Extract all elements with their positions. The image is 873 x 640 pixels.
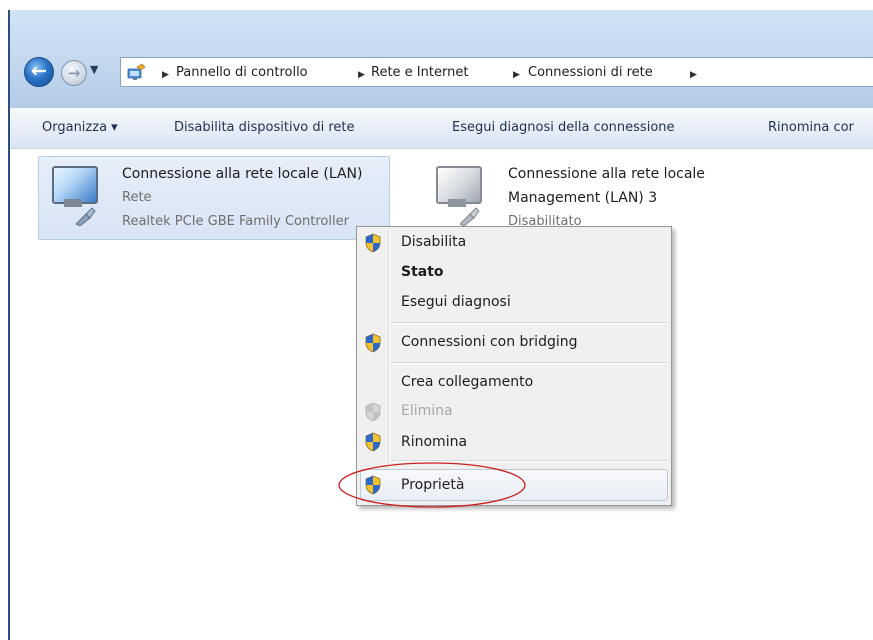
connection-name[interactable]: Connessione alla rete locale [508, 166, 705, 182]
menu-item-create-shortcut[interactable]: Crea collegamento [401, 374, 533, 390]
annotation-ellipse [338, 462, 526, 508]
uac-shield-icon [365, 432, 381, 452]
disable-device-button[interactable]: Disabilita dispositivo di rete [174, 120, 355, 135]
menu-item-status[interactable]: Stato [401, 264, 444, 280]
menu-item-bridge-connections[interactable]: Connessioni con bridging [401, 334, 578, 350]
rename-connection-button[interactable]: Rinomina cor [768, 120, 854, 135]
network-adapter-disabled-icon[interactable] [430, 166, 484, 228]
menu-item-rename[interactable]: Rinomina [401, 434, 467, 450]
breadcrumb-network-connections[interactable]: Connessioni di rete [528, 65, 653, 80]
breadcrumb-network-internet[interactable]: Rete e Internet [371, 65, 468, 80]
connection-name: Connessione alla rete locale (LAN) [122, 166, 363, 182]
arrow-left-icon: ← [31, 60, 47, 82]
arrow-right-icon: → [67, 64, 81, 82]
menu-separator-highlight [390, 363, 668, 364]
connection-name-line2: Management (LAN) 3 [508, 190, 658, 206]
forward-button[interactable]: → [61, 60, 87, 86]
menu-separator-highlight [390, 323, 668, 324]
breadcrumb-separator-icon[interactable]: ▶ [513, 70, 520, 80]
menu-item-disable[interactable]: Disabilita [401, 234, 466, 250]
diagnose-connection-button[interactable]: Esegui diagnosi della connessione [452, 120, 675, 135]
uac-shield-icon [365, 233, 381, 253]
network-adapter-icon [46, 166, 100, 228]
organize-menu-button[interactable]: Organizza ▾ [42, 120, 118, 135]
connection-network: Rete [122, 190, 152, 205]
uac-shield-icon [365, 333, 381, 353]
menu-item-delete: Elimina [401, 403, 453, 419]
connection-adapter: Realtek PCIe GBE Family Controller [122, 214, 349, 229]
breadcrumb-separator-icon[interactable]: ▶ [690, 70, 697, 80]
network-folder-icon [127, 63, 146, 80]
window-top-margin [0, 0, 873, 10]
command-bar [10, 108, 873, 149]
back-button[interactable]: ← [24, 57, 54, 87]
breadcrumb-separator-icon[interactable]: ▶ [358, 70, 365, 80]
breadcrumb-control-panel[interactable]: Pannello di controllo [176, 65, 308, 80]
recent-pages-button[interactable]: ▼ [90, 63, 98, 76]
breadcrumb-separator-icon[interactable]: ▶ [162, 70, 169, 80]
menu-item-diagnose[interactable]: Esegui diagnosi [401, 294, 511, 310]
chevron-down-icon: ▼ [90, 63, 99, 76]
uac-shield-disabled-icon [365, 402, 381, 422]
